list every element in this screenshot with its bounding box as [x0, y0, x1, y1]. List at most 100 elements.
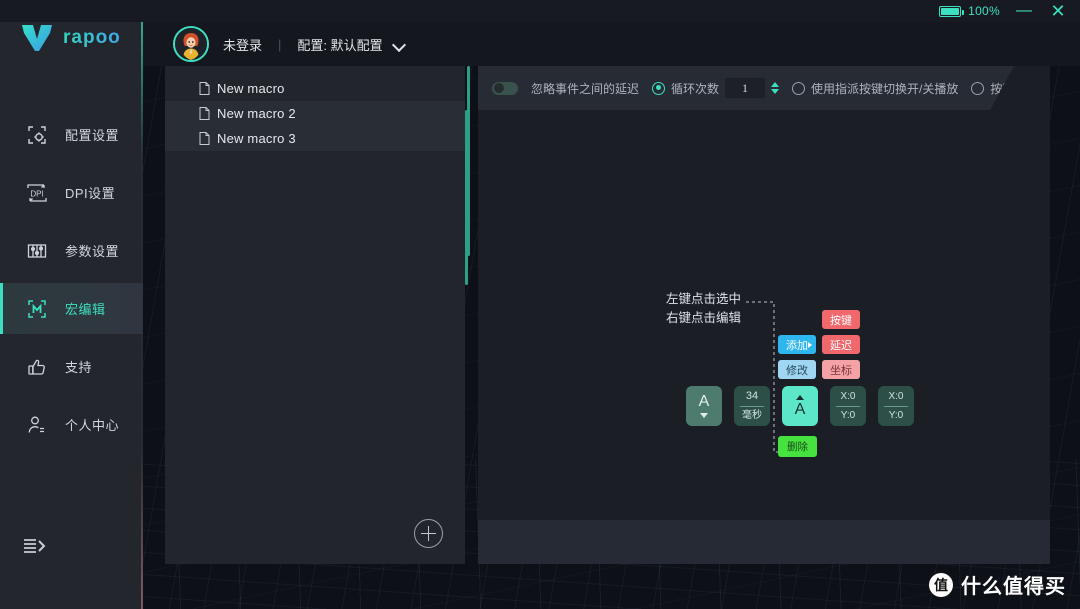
- sidebar-item-user-center[interactable]: 个人中心: [0, 399, 143, 450]
- svg-text:DPI: DPI: [30, 189, 43, 198]
- event-chip-coordinate[interactable]: X:0 Y:0: [830, 386, 866, 426]
- macro-edit-icon: [25, 297, 49, 321]
- loop-count-input[interactable]: [725, 78, 766, 98]
- macro-list: New macro New macro 2 New macro 3: [165, 66, 465, 151]
- menu-item-add-label: 添加: [786, 339, 808, 352]
- event-key-glyph: A: [698, 393, 710, 410]
- user-avatar: [175, 28, 207, 60]
- sidebar-nav: 配置设置 DPI DPI设置 参数设置 宏编辑 支持 个人中心: [0, 109, 143, 450]
- rapoo-v-logo: [22, 25, 52, 51]
- dpi-settings-icon: DPI: [25, 181, 49, 205]
- loop-count-stepper: [725, 78, 780, 98]
- delete-event-button[interactable]: 删除: [778, 436, 817, 457]
- event-chip-key-down[interactable]: A: [686, 386, 722, 426]
- macro-list-item[interactable]: New macro 3: [165, 126, 465, 151]
- editor-toolbar: 忽略事件之间的延迟 循环次数 使用指派按键切换开/关播放 按下时播放: [478, 66, 1050, 110]
- chip-divider: [836, 405, 860, 407]
- connector-line: [746, 301, 788, 453]
- macro-editor-panel: 忽略事件之间的延迟 循环次数 使用指派按键切换开/关播放 按下时播放: [465, 66, 1050, 564]
- sidebar-item-support[interactable]: 支持: [0, 341, 143, 392]
- battery-percent-label: 100%: [968, 4, 1000, 18]
- chevron-down-icon: [393, 40, 406, 48]
- spinner-up-icon[interactable]: [771, 82, 780, 87]
- document-icon: [199, 132, 210, 145]
- sidebar-item-label: 宏编辑: [65, 302, 106, 317]
- menu-item-key[interactable]: 按键: [822, 310, 860, 329]
- macro-list-item[interactable]: New macro: [165, 76, 465, 101]
- toggle-playback-label: 使用指派按键切换开/关播放: [811, 81, 959, 96]
- sidebar-item-label: 个人中心: [65, 418, 120, 433]
- sidebar-item-label: 支持: [65, 360, 93, 375]
- macro-list-item[interactable]: New macro 2: [165, 101, 465, 126]
- login-status-label: 未登录: [223, 37, 263, 53]
- event-chip-delay[interactable]: 34 毫秒: [734, 386, 770, 426]
- config-settings-icon: [25, 123, 49, 147]
- expand-sidebar-icon[interactable]: [22, 535, 50, 557]
- menu-item-delay[interactable]: 延迟: [822, 335, 860, 354]
- macro-list-panel: New macro New macro 2 New macro 3: [165, 66, 470, 564]
- event-delay-value: 34: [745, 390, 759, 402]
- macro-sequence-canvas: 左键点击选中 右键点击编辑 按键 添加 延迟 修改 坐标 A 34 毫秒 A X…: [465, 110, 1050, 520]
- header-bar: 未登录 | 配置: 默认配置: [143, 22, 1080, 66]
- sidebar-item-label: DPI设置: [65, 186, 116, 201]
- sidebar-item-dpi-settings[interactable]: DPI DPI设置: [0, 167, 143, 218]
- battery-full-icon: [939, 5, 965, 17]
- parameter-settings-icon: [25, 239, 49, 263]
- event-coord-x: X:0: [888, 390, 904, 402]
- toggle-playback-radio[interactable]: [792, 81, 806, 95]
- menu-item-coordinate[interactable]: 坐标: [822, 360, 860, 379]
- event-chip-key-up[interactable]: A: [782, 386, 818, 426]
- document-icon: [199, 107, 210, 120]
- header-separator: |: [278, 36, 282, 52]
- submenu-arrow-icon: [808, 341, 812, 348]
- canvas-hint-line2: 右键点击编辑: [666, 311, 742, 326]
- event-chip-coordinate[interactable]: X:0 Y:0: [878, 386, 914, 426]
- application-window: 100% — ✕ rapoo 配置设置 DPI DPI设置 参数设置 宏编辑 支…: [0, 0, 1080, 609]
- canvas-hint-line1: 左键点击选中: [666, 292, 742, 306]
- watermark-text: 什么值得买: [961, 576, 1066, 598]
- chip-divider: [884, 405, 908, 407]
- key-down-arrow-icon: [700, 413, 708, 418]
- menu-item-modify[interactable]: 修改: [778, 360, 816, 379]
- minimize-button[interactable]: —: [1014, 3, 1034, 19]
- battery-status: 100%: [939, 4, 1000, 18]
- event-coord-y: Y:0: [840, 409, 856, 421]
- thumbs-up-icon: [25, 355, 49, 379]
- key-up-arrow-icon: [796, 394, 804, 400]
- document-icon: [199, 82, 210, 95]
- close-button[interactable]: ✕: [1048, 2, 1068, 20]
- macro-name: New macro: [217, 81, 285, 96]
- macro-name: New macro 2: [217, 106, 296, 121]
- plus-circle-icon[interactable]: [414, 519, 443, 548]
- avatar[interactable]: [173, 26, 209, 62]
- watermark: 值 什么值得买: [929, 570, 1066, 599]
- hold-playback-radio[interactable]: [971, 81, 985, 95]
- editor-scrollbar[interactable]: [465, 110, 468, 285]
- event-delay-unit: 毫秒: [742, 410, 762, 421]
- chip-divider: [740, 406, 764, 407]
- user-account-icon: [25, 413, 49, 437]
- sidebar: rapoo 配置设置 DPI DPI设置 参数设置 宏编辑 支持 个人中心: [0, 0, 143, 609]
- profile-selector[interactable]: 配置: 默认配置: [297, 35, 405, 54]
- spinner-down-icon[interactable]: [771, 89, 780, 94]
- watermark-logo: 值: [929, 572, 953, 597]
- sidebar-item-parameter-settings[interactable]: 参数设置: [0, 225, 143, 276]
- title-bar: 100% — ✕: [0, 0, 1080, 22]
- context-menu: 按键 添加 延迟 修改 坐标: [778, 310, 860, 379]
- macro-name: New macro 3: [217, 131, 296, 146]
- sidebar-item-label: 参数设置: [65, 244, 120, 259]
- editor-footer-bar: [478, 520, 1050, 564]
- macro-event-row: A 34 毫秒 A X:0 Y:0 X:0 Y:0: [686, 386, 914, 426]
- loop-count-radio[interactable]: [652, 81, 666, 95]
- event-coord-y: Y:0: [888, 409, 904, 421]
- sidebar-item-macro-edit[interactable]: 宏编辑: [0, 283, 143, 334]
- ignore-delay-toggle[interactable]: [492, 81, 518, 95]
- loop-count-label: 循环次数: [671, 81, 720, 96]
- menu-item-add[interactable]: 添加: [778, 335, 816, 354]
- event-coord-x: X:0: [840, 390, 856, 402]
- profile-label: 配置: 默认配置: [297, 37, 383, 53]
- loop-count-group: 循环次数: [652, 78, 780, 98]
- toggle-playback-group: 使用指派按键切换开/关播放: [792, 80, 958, 97]
- sidebar-item-config-settings[interactable]: 配置设置: [0, 109, 143, 160]
- loop-count-spinner[interactable]: [771, 82, 780, 94]
